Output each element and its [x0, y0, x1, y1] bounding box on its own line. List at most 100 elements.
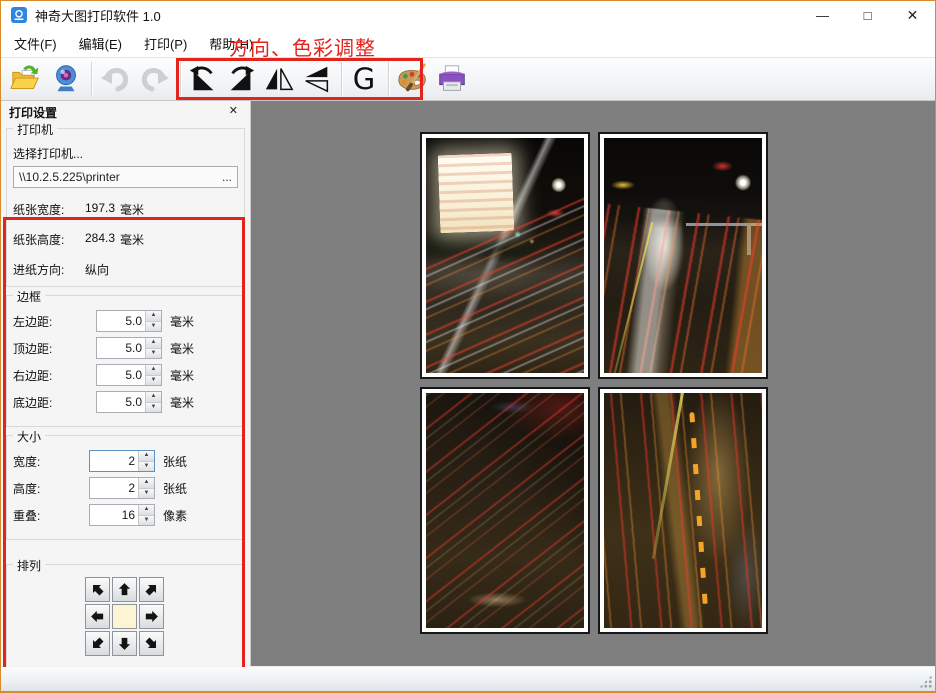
right-margin-row: 右边距: 5.0 ▲▼ 毫米: [13, 364, 238, 386]
panel-title: 打印设置: [9, 106, 57, 120]
printer-path-field[interactable]: \\10.2.5.225\printer ...: [13, 166, 238, 188]
redo-icon: [138, 62, 172, 96]
spin-up-button[interactable]: ▲: [139, 505, 154, 516]
arrow-right-icon: [143, 608, 160, 625]
page-grid: [420, 132, 768, 634]
spin-down-button[interactable]: ▼: [146, 349, 161, 359]
maximize-button[interactable]: □: [845, 1, 890, 29]
flip-horizontal-button[interactable]: [261, 60, 297, 98]
top-margin-stepper[interactable]: 5.0 ▲▼: [96, 337, 162, 359]
print-page-tile: [420, 132, 590, 379]
arrange-group-label: 排列: [13, 557, 45, 574]
arrange-up-left-button[interactable]: [85, 577, 110, 602]
overlap-row: 重叠: 16 ▲▼ 像素: [13, 504, 238, 526]
size-group: 大小 宽度: 2 ▲▼ 张纸 高度: 2 ▲▼ 张纸 重叠:: [6, 435, 245, 540]
width-row: 宽度: 2 ▲▼ 张纸: [13, 450, 238, 472]
select-printer-link[interactable]: 选择打印机...: [13, 145, 238, 162]
light-trails: [426, 393, 584, 628]
spin-down-button[interactable]: ▼: [146, 376, 161, 386]
arrange-left-button[interactable]: [85, 604, 110, 629]
close-button[interactable]: ✕: [890, 1, 935, 29]
arrow-left-icon: [89, 608, 106, 625]
rotate-right-button[interactable]: [223, 60, 259, 98]
spin-up-button[interactable]: ▲: [146, 338, 161, 349]
print-settings-panel: 打印设置 ✕ 打印机 选择打印机... \\10.2.5.225\printer…: [1, 101, 251, 667]
arrange-up-button[interactable]: [112, 577, 137, 602]
window-controls: — □ ✕: [800, 1, 935, 29]
spin-up-button[interactable]: ▲: [146, 311, 161, 322]
height-row: 高度: 2 ▲▼ 张纸: [13, 477, 238, 499]
app-window: 神奇大图打印软件 1.0 — □ ✕ 文件(F) 编辑(E) 打印(P) 帮助(…: [0, 0, 936, 693]
flip-horizontal-icon: [263, 63, 295, 95]
menu-print[interactable]: 打印(P): [135, 30, 196, 57]
photo-preview-top-right: [604, 138, 762, 373]
spin-down-button[interactable]: ▼: [139, 489, 154, 499]
printer-group: 打印机 选择打印机... \\10.2.5.225\printer ... 纸张…: [6, 128, 245, 287]
arrange-grid: [85, 577, 238, 656]
size-group-label: 大小: [13, 428, 45, 445]
width-stepper[interactable]: 2 ▲▼: [89, 450, 155, 472]
right-margin-stepper[interactable]: 5.0 ▲▼: [96, 364, 162, 386]
arrow-down-left-icon: [85, 631, 109, 655]
print-button[interactable]: [433, 60, 471, 98]
spin-down-button[interactable]: ▼: [139, 516, 154, 526]
arrow-down-icon: [116, 635, 133, 652]
arrange-down-left-button[interactable]: [85, 631, 110, 656]
paper-height-row: 纸张高度: 284.3 毫米: [13, 231, 238, 248]
open-image-button[interactable]: [7, 60, 45, 98]
titlebar: 神奇大图打印软件 1.0 — □ ✕: [1, 1, 935, 29]
minimize-button[interactable]: —: [800, 1, 845, 29]
billboard-highlight: [437, 153, 514, 233]
bottom-margin-row: 底边距: 5.0 ▲▼ 毫米: [13, 391, 238, 413]
grayscale-button[interactable]: G: [346, 60, 382, 98]
camera-capture-button[interactable]: [47, 60, 85, 98]
printer-path-value: \\10.2.5.225\printer: [19, 170, 216, 184]
browse-button[interactable]: ...: [216, 170, 232, 184]
spin-down-button[interactable]: ▼: [146, 322, 161, 332]
spin-up-button[interactable]: ▲: [146, 392, 161, 403]
light-trails: [604, 393, 762, 628]
panel-close-icon[interactable]: ✕: [229, 104, 238, 117]
arrange-group: 排列: [6, 564, 245, 667]
arrow-down-right-icon: [139, 631, 163, 655]
top-margin-row: 顶边距: 5.0 ▲▼ 毫米: [13, 337, 238, 359]
spin-down-button[interactable]: ▼: [146, 403, 161, 413]
spin-up-button[interactable]: ▲: [146, 365, 161, 376]
preview-canvas: [251, 101, 935, 667]
arrange-center-button[interactable]: [112, 604, 137, 629]
grayscale-icon: G: [353, 65, 375, 94]
spin-down-button[interactable]: ▼: [139, 462, 154, 472]
menu-edit[interactable]: 编辑(E): [70, 30, 131, 57]
margins-group-label: 边框: [13, 288, 45, 305]
arrange-down-right-button[interactable]: [139, 631, 164, 656]
arrow-up-left-icon: [85, 577, 109, 601]
toolbar: G: [1, 58, 935, 101]
resize-grip[interactable]: [919, 675, 932, 688]
left-margin-stepper[interactable]: 5.0 ▲▼: [96, 310, 162, 332]
height-stepper[interactable]: 2 ▲▼: [89, 477, 155, 499]
spin-up-button[interactable]: ▲: [139, 478, 154, 489]
flip-vertical-button[interactable]: [299, 60, 335, 98]
spin-up-button[interactable]: ▲: [139, 451, 154, 462]
arrange-down-button[interactable]: [112, 631, 137, 656]
menu-file[interactable]: 文件(F): [5, 30, 66, 57]
left-margin-row: 左边距: 5.0 ▲▼ 毫米: [13, 310, 238, 332]
undo-button[interactable]: [96, 60, 134, 98]
light-trails: [604, 203, 762, 373]
toolbar-separator: [180, 62, 181, 96]
printer-icon: [435, 62, 469, 96]
print-page-tile: [420, 387, 590, 634]
overlap-stepper[interactable]: 16 ▲▼: [89, 504, 155, 526]
color-palette-button[interactable]: [393, 60, 431, 98]
photo-preview-bottom-left: [426, 393, 584, 628]
margins-group: 边框 左边距: 5.0 ▲▼ 毫米 顶边距: 5.0 ▲▼ 毫米 右边距:: [6, 295, 245, 427]
paper-width-row: 纸张宽度: 197.3 毫米: [13, 201, 238, 218]
rotate-left-icon: [187, 63, 219, 95]
photo-preview-top-left: [426, 138, 584, 373]
redo-button[interactable]: [136, 60, 174, 98]
arrange-up-right-button[interactable]: [139, 577, 164, 602]
rotate-left-button[interactable]: [185, 60, 221, 98]
webcam-icon: [49, 62, 83, 96]
bottom-margin-stepper[interactable]: 5.0 ▲▼: [96, 391, 162, 413]
arrange-right-button[interactable]: [139, 604, 164, 629]
